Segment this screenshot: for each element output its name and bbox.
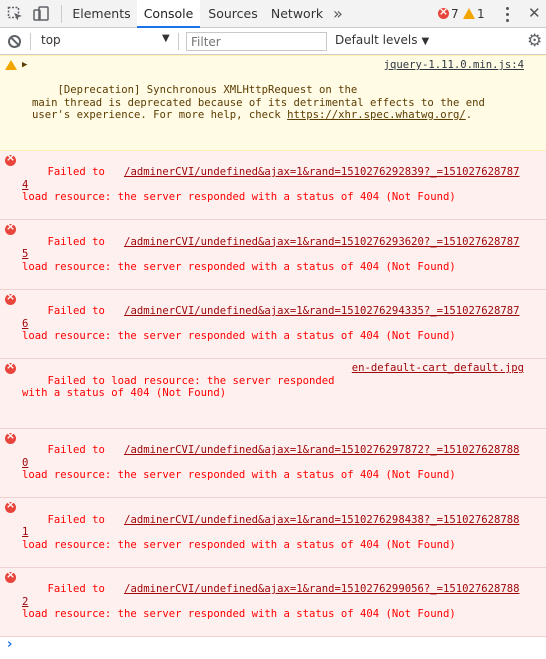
message-text: Failed to load resource: the server resp… <box>47 374 335 387</box>
message-text: Failed to <box>47 305 125 317</box>
error-icon <box>5 221 16 235</box>
more-tabs-icon[interactable]: » <box>333 4 343 23</box>
tab-network[interactable]: Network <box>266 0 328 28</box>
warning-count: 1 <box>477 7 485 21</box>
clear-console-icon[interactable] <box>8 35 21 48</box>
console-message-error: Failed to /adminerCVI/undefined&ajax=1&r… <box>0 498 546 568</box>
filter-input[interactable] <box>186 32 327 51</box>
toolbar-separator <box>30 33 31 50</box>
message-text: load resource: the server responded with… <box>22 260 456 273</box>
error-icon <box>5 499 16 513</box>
console-message-warning: ▶ [Deprecation] Synchronous XMLHttpReques… <box>0 55 546 151</box>
error-count: 7 <box>451 7 459 21</box>
tab-console[interactable]: Console <box>137 0 200 28</box>
message-link[interactable]: https://xhr.spec.whatwg.org/ <box>287 109 466 121</box>
message-source-link[interactable]: en-default-cart_default.jpg <box>352 362 524 375</box>
tab-elements[interactable]: Elements <box>68 0 135 28</box>
warning-count-badge[interactable]: 1 <box>463 7 485 21</box>
inspect-element-icon[interactable] <box>7 6 23 22</box>
console-message-error: Failed to /adminerCVI/undefined&ajax=1&r… <box>0 428 546 498</box>
message-text: Failed to <box>47 444 125 456</box>
error-icon <box>5 152 16 166</box>
context-selector[interactable]: top <box>41 33 61 47</box>
message-text: load resource: the server responded with… <box>22 330 456 342</box>
tabbar-separator <box>61 5 62 23</box>
warning-icon <box>5 60 17 70</box>
message-text: load resource: the server responded with… <box>22 538 456 551</box>
console-message-error: Failed to /adminerCVI/undefined&ajax=1&r… <box>0 289 546 359</box>
message-tail: . <box>465 109 473 121</box>
log-levels-dropdown[interactable]: Default levels ▼ <box>335 33 429 47</box>
prompt-chevron-icon: › <box>7 637 13 652</box>
error-count-badge[interactable]: 7 <box>438 5 459 21</box>
console-prompt[interactable]: › <box>0 637 546 659</box>
console-message-error: Failed to /adminerCVI/undefined&ajax=1&r… <box>0 567 546 637</box>
console-toolbar: top ▼ Default levels▼ ⚙ <box>0 28 546 55</box>
message-text: Failed to <box>47 583 125 595</box>
console-message-error: Failed to load resource: the server resp… <box>0 359 546 429</box>
gear-icon[interactable]: ⚙ <box>527 31 542 51</box>
message-text: Failed to <box>47 513 125 526</box>
toolbar-separator <box>178 33 179 50</box>
close-icon[interactable]: ✕ <box>528 4 541 22</box>
tab-sources[interactable]: Sources <box>202 0 264 28</box>
message-text: with a status of 404 (Not Found) <box>22 387 227 399</box>
error-icon <box>438 5 449 19</box>
error-icon <box>5 291 16 305</box>
error-icon <box>5 360 16 374</box>
console-message-error: Failed to /adminerCVI/undefined&ajax=1&r… <box>0 150 546 220</box>
more-options-icon[interactable] <box>506 6 510 22</box>
message-text: load resource: the server responded with… <box>22 191 456 203</box>
message-text: Failed to <box>47 235 125 248</box>
error-icon <box>5 569 16 583</box>
message-source-link[interactable]: jquery-1.11.0.min.js:4 <box>384 59 524 72</box>
expand-triangle-icon[interactable]: ▶ <box>22 59 27 72</box>
chevron-down-icon[interactable]: ▼ <box>162 33 170 44</box>
error-icon <box>5 430 16 444</box>
message-text: Failed to <box>47 166 125 178</box>
message-text: load resource: the server responded with… <box>22 469 456 481</box>
console-message-error: Failed to /adminerCVI/undefined&ajax=1&r… <box>0 220 546 290</box>
warning-icon <box>463 8 475 19</box>
message-text: load resource: the server responded with… <box>22 608 456 620</box>
device-toolbar-icon[interactable] <box>33 6 49 22</box>
chevron-down-icon: ▼ <box>421 36 430 47</box>
log-levels-label: Default levels <box>335 33 418 47</box>
devtools-tabbar: Elements Console Sources Network » 7 1 ✕ <box>0 0 546 28</box>
console-messages: ▶ [Deprecation] Synchronous XMLHttpReques… <box>0 55 546 659</box>
